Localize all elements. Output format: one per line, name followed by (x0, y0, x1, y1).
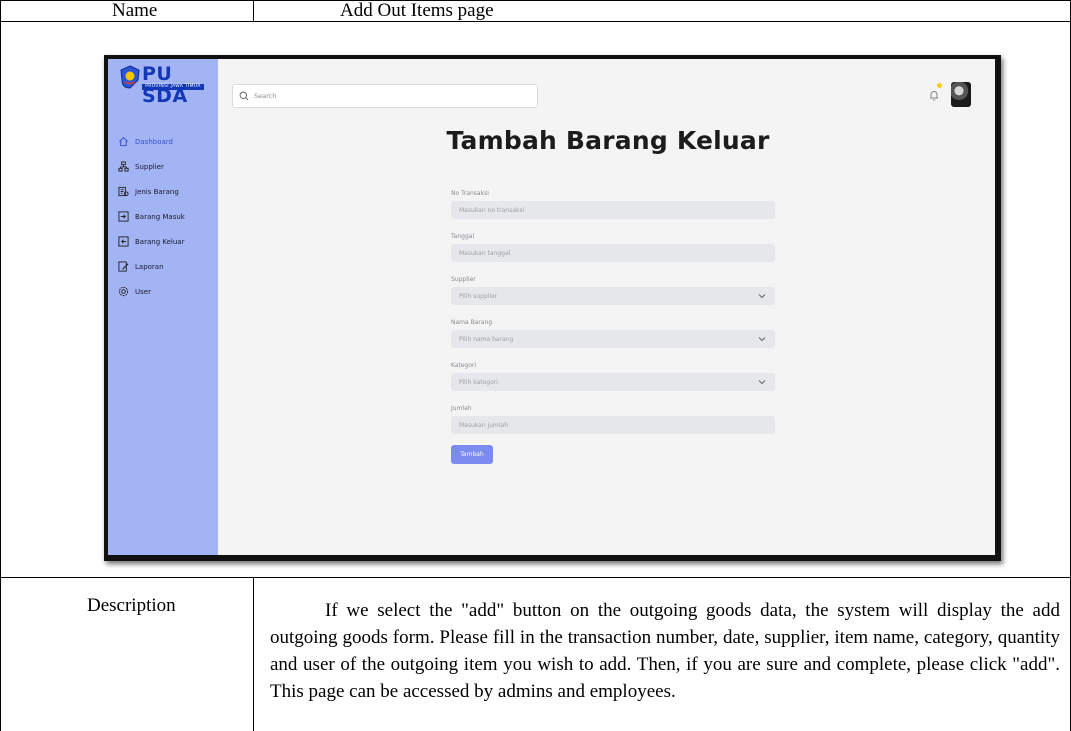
search-placeholder: Search (254, 92, 277, 100)
item-name-label: Nama Barang (451, 319, 493, 326)
field-placeholder: Masukan jumlah (459, 421, 508, 429)
notification-dot (937, 83, 942, 88)
table-column-divider (253, 0, 254, 22)
transaction-number-field[interactable]: Masukan no transaksi (451, 201, 775, 219)
sidebar-item-label: Barang Masuk (135, 212, 185, 221)
app-window: PU SDA PROVINSI JAWA TIMUR Dashboard Sup… (108, 59, 995, 555)
field-placeholder: Pilih kategori (459, 378, 498, 386)
field-placeholder: Masukan tanggal (459, 249, 511, 257)
category-label: Kategori (451, 362, 477, 369)
sidebar-item-supplier[interactable]: Supplier (118, 154, 213, 179)
search-icon (239, 91, 249, 101)
sidebar-item-user[interactable]: User (118, 279, 213, 304)
emblem-icon (120, 65, 140, 89)
logo-subtext: PROVINSI JAWA TIMUR (142, 84, 204, 90)
sidebar-item-jenis-barang[interactable]: Jenis Barang (118, 179, 213, 204)
quantity-label: Jumlah (451, 405, 472, 412)
user-gear-icon (118, 286, 129, 297)
table-border-top (0, 0, 1071, 1)
date-field[interactable]: Masukan tanggal (451, 244, 775, 262)
home-icon (118, 136, 129, 147)
sidebar-item-label: Jenis Barang (135, 187, 179, 196)
sidebar-item-label: Supplier (135, 162, 164, 171)
supplier-icon (118, 161, 129, 172)
report-icon (118, 261, 129, 272)
add-outgoing-item-form: No Transaksi Masukan no transaksi Tangga… (451, 187, 775, 464)
sidebar-item-label: Laporan (135, 262, 164, 271)
sidebar-item-label: User (135, 287, 151, 296)
table-row-divider (0, 577, 1071, 578)
name-value: Add Out Items page (340, 0, 494, 21)
sidebar-item-label: Dashboard (135, 137, 173, 146)
item-type-icon (118, 186, 129, 197)
sidebar-item-barang-keluar[interactable]: Barang Keluar (118, 229, 213, 254)
page-title: Tambah Barang Keluar (446, 126, 770, 155)
screenshot-frame: PU SDA PROVINSI JAWA TIMUR Dashboard Sup… (104, 55, 1001, 561)
chevron-down-icon (758, 294, 766, 299)
app-logo[interactable]: PU SDA PROVINSI JAWA TIMUR (120, 63, 210, 107)
description-label: Description (87, 595, 176, 616)
chevron-down-icon (758, 337, 766, 342)
transaction-number-label: No Transaksi (451, 190, 489, 197)
table-border-left (0, 0, 1, 731)
quantity-field[interactable]: Masukan jumlah (451, 416, 775, 434)
login-icon (118, 211, 129, 222)
item-name-select[interactable]: Pilih nama barang (451, 330, 775, 348)
sidebar-nav: Dashboard Supplier Jenis Barang Barang M… (118, 129, 213, 304)
field-placeholder: Pilih supplier (459, 292, 498, 300)
supplier-label: Supplier (451, 276, 476, 283)
supplier-select[interactable]: Pilih supplier (451, 287, 775, 305)
add-button[interactable]: Tambah (451, 445, 493, 464)
sidebar-item-laporan[interactable]: Laporan (118, 254, 213, 279)
table-column-divider (253, 577, 254, 731)
table-row-divider (0, 21, 1071, 22)
field-placeholder: Pilih nama barang (459, 335, 514, 343)
search-input[interactable]: Search (232, 84, 538, 108)
field-placeholder: Masukan no transaksi (459, 206, 525, 214)
category-select[interactable]: Pilih kategori (451, 373, 775, 391)
logout-icon (118, 236, 129, 247)
avatar[interactable] (951, 82, 971, 107)
date-label: Tanggal (451, 233, 475, 240)
name-label: Name (112, 0, 158, 21)
description-text: If we select the "add" button on the out… (270, 600, 1060, 702)
sidebar-item-dashboard[interactable]: Dashboard (118, 129, 213, 154)
chevron-down-icon (758, 380, 766, 385)
sidebar-item-label: Barang Keluar (135, 237, 185, 246)
sidebar: PU SDA PROVINSI JAWA TIMUR Dashboard Sup… (108, 59, 218, 555)
sidebar-item-barang-masuk[interactable]: Barang Masuk (118, 204, 213, 229)
bell-icon[interactable] (929, 90, 939, 101)
